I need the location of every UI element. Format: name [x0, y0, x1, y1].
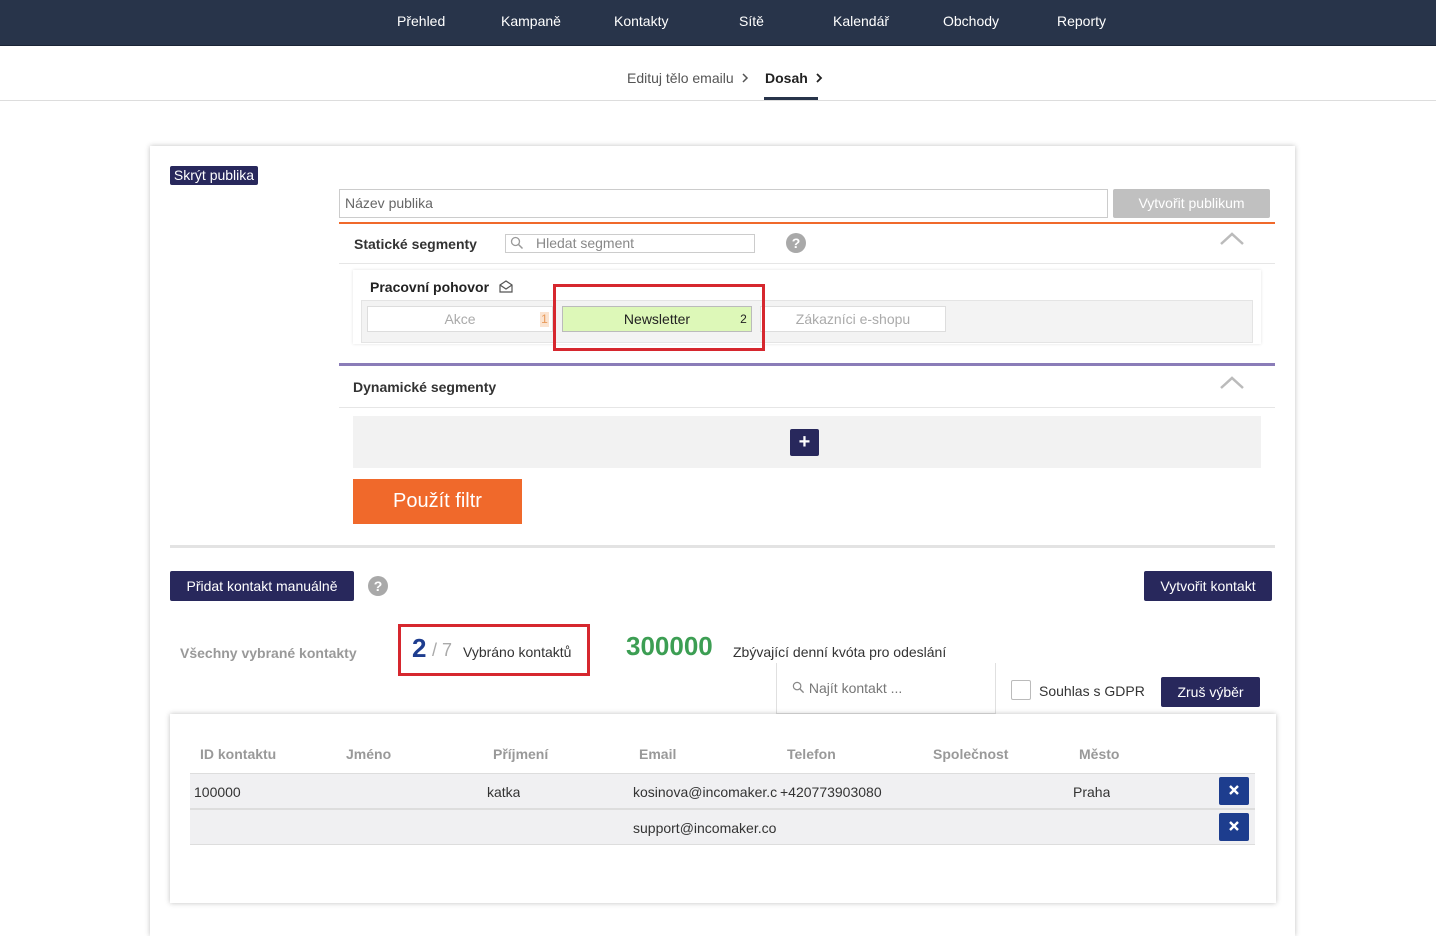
envelope-open-icon[interactable]	[498, 278, 514, 294]
chevron-right-icon	[741, 73, 748, 83]
segment-zakaznici-eshopu[interactable]: Zákazníci e-shopu	[760, 306, 946, 332]
nav-kalendar[interactable]: Kalendář	[833, 13, 889, 29]
add-dynamic-segment-button[interactable]: +	[790, 429, 819, 456]
chevron-up-icon[interactable]	[1219, 232, 1245, 246]
table-row[interactable]: 100000 katka kosinova@incomaker.c +42077…	[190, 773, 1255, 809]
breadcrumb: Edituj tělo emailu Dosah	[0, 50, 1436, 101]
breadcrumb-dosah[interactable]: Dosah	[765, 70, 823, 86]
nav-reporty[interactable]: Reporty	[1057, 13, 1106, 29]
nav-obchody[interactable]: Obchody	[943, 13, 999, 29]
audience-card: Skrýt publika Název publika Vytvořit pub…	[150, 146, 1295, 936]
hide-audiences-button[interactable]: Skrýt publika	[170, 166, 258, 185]
segment-group-name: Pracovní pohovor	[370, 279, 490, 295]
segment-akce[interactable]: Akce 1	[367, 306, 553, 332]
remove-contact-button[interactable]	[1219, 813, 1249, 841]
selected-count: 2	[412, 633, 427, 663]
column-header-first-name[interactable]: Jméno	[346, 746, 391, 762]
segment-group: Pracovní pohovor Akce 1 Newsletter 2 Zák…	[353, 270, 1261, 344]
segment-zakaznici-label: Zákazníci e-shopu	[795, 311, 911, 327]
selected-contacts-box: 2 / 7 Vybráno kontaktů	[398, 624, 590, 676]
find-contact-placeholder: Najít kontakt ...	[808, 680, 903, 696]
segment-akce-count: 1	[540, 312, 549, 327]
cell-city: Praha	[1073, 784, 1111, 800]
add-contact-manually-button[interactable]: Přidat kontakt manuálně	[170, 571, 354, 601]
find-contact-input[interactable]: Najít kontakt ...	[776, 663, 996, 714]
column-header-email[interactable]: Email	[639, 746, 676, 762]
search-icon	[510, 236, 524, 250]
chevron-up-icon[interactable]	[1219, 376, 1245, 390]
breadcrumb-dosah-label: Dosah	[765, 70, 808, 86]
static-segments-header: Statické segmenty Hledat segment ?	[339, 224, 1275, 264]
help-icon[interactable]: ?	[786, 233, 806, 253]
daily-quota-value: 300000	[626, 631, 713, 661]
create-contact-button[interactable]: Vytvořit kontakt	[1144, 571, 1272, 601]
close-icon	[1229, 785, 1239, 795]
static-segments-title: Statické segmenty	[354, 236, 477, 252]
cell-last-name: katka	[487, 784, 521, 800]
help-icon[interactable]: ?	[368, 576, 388, 596]
active-step-underline	[764, 97, 818, 100]
remove-contact-button[interactable]	[1219, 777, 1249, 805]
gdpr-checkbox[interactable]	[1011, 680, 1031, 700]
gdpr-label: Souhlas s GDPR	[1039, 683, 1145, 699]
cell-email: support@incomaker.co	[633, 820, 777, 836]
dynamic-segments-title: Dynamické segmenty	[353, 379, 497, 395]
segment-search-input[interactable]: Hledat segment	[505, 234, 755, 253]
breadcrumb-edit-body-label: Edituj tělo emailu	[627, 70, 734, 86]
segment-list: Akce 1 Newsletter 2 Zákazníci e-shopu	[361, 300, 1253, 343]
table-row[interactable]: support@incomaker.co	[190, 809, 1255, 845]
apply-filter-button[interactable]: Použít filtr	[353, 479, 522, 524]
cell-email: kosinova@incomaker.c	[633, 784, 778, 800]
create-audience-button[interactable]: Vytvořit publikum	[1113, 189, 1270, 218]
daily-quota-label: Zbývající denní kvóta pro odeslání	[733, 644, 947, 660]
dynamic-segments-header: Dynamické segmenty	[339, 366, 1275, 408]
reset-selection-button[interactable]: Zruš výběr	[1161, 677, 1260, 707]
nav-site[interactable]: Sítě	[739, 13, 764, 29]
section-separator	[170, 545, 1275, 548]
segment-akce-label: Akce	[444, 311, 476, 327]
column-header-city[interactable]: Město	[1079, 746, 1119, 762]
contacts-table: ID kontaktu Jméno Příjmení Email Telefon…	[170, 714, 1276, 903]
nav-kampane[interactable]: Kampaně	[501, 13, 561, 29]
column-header-id[interactable]: ID kontaktu	[200, 746, 276, 762]
close-icon	[1229, 821, 1239, 831]
breadcrumb-edit-body[interactable]: Edituj tělo emailu	[627, 70, 749, 86]
audience-name-input[interactable]: Název publika	[339, 189, 1108, 218]
all-selected-contacts-label: Všechny vybrané kontakty	[180, 645, 357, 661]
column-header-last-name[interactable]: Příjmení	[493, 746, 548, 762]
chevron-right-icon	[816, 73, 822, 83]
cell-id: 100000	[194, 784, 241, 800]
dynamic-segments-area: +	[353, 416, 1261, 468]
column-header-phone[interactable]: Telefon	[787, 746, 836, 762]
search-icon	[792, 681, 805, 694]
highlight-newsletter	[553, 284, 765, 351]
selected-contacts-label: Vybráno kontaktů	[463, 644, 572, 660]
column-header-company[interactable]: Společnost	[933, 746, 1008, 762]
cell-phone: +420773903080	[780, 784, 882, 800]
total-count: / 7	[432, 640, 453, 660]
segment-search-placeholder: Hledat segment	[536, 235, 635, 251]
nav-prehled[interactable]: Přehled	[397, 13, 445, 29]
top-navigation: Přehled Kampaně Kontakty Sítě Kalendář O…	[0, 0, 1436, 46]
nav-kontakty[interactable]: Kontakty	[614, 13, 668, 29]
